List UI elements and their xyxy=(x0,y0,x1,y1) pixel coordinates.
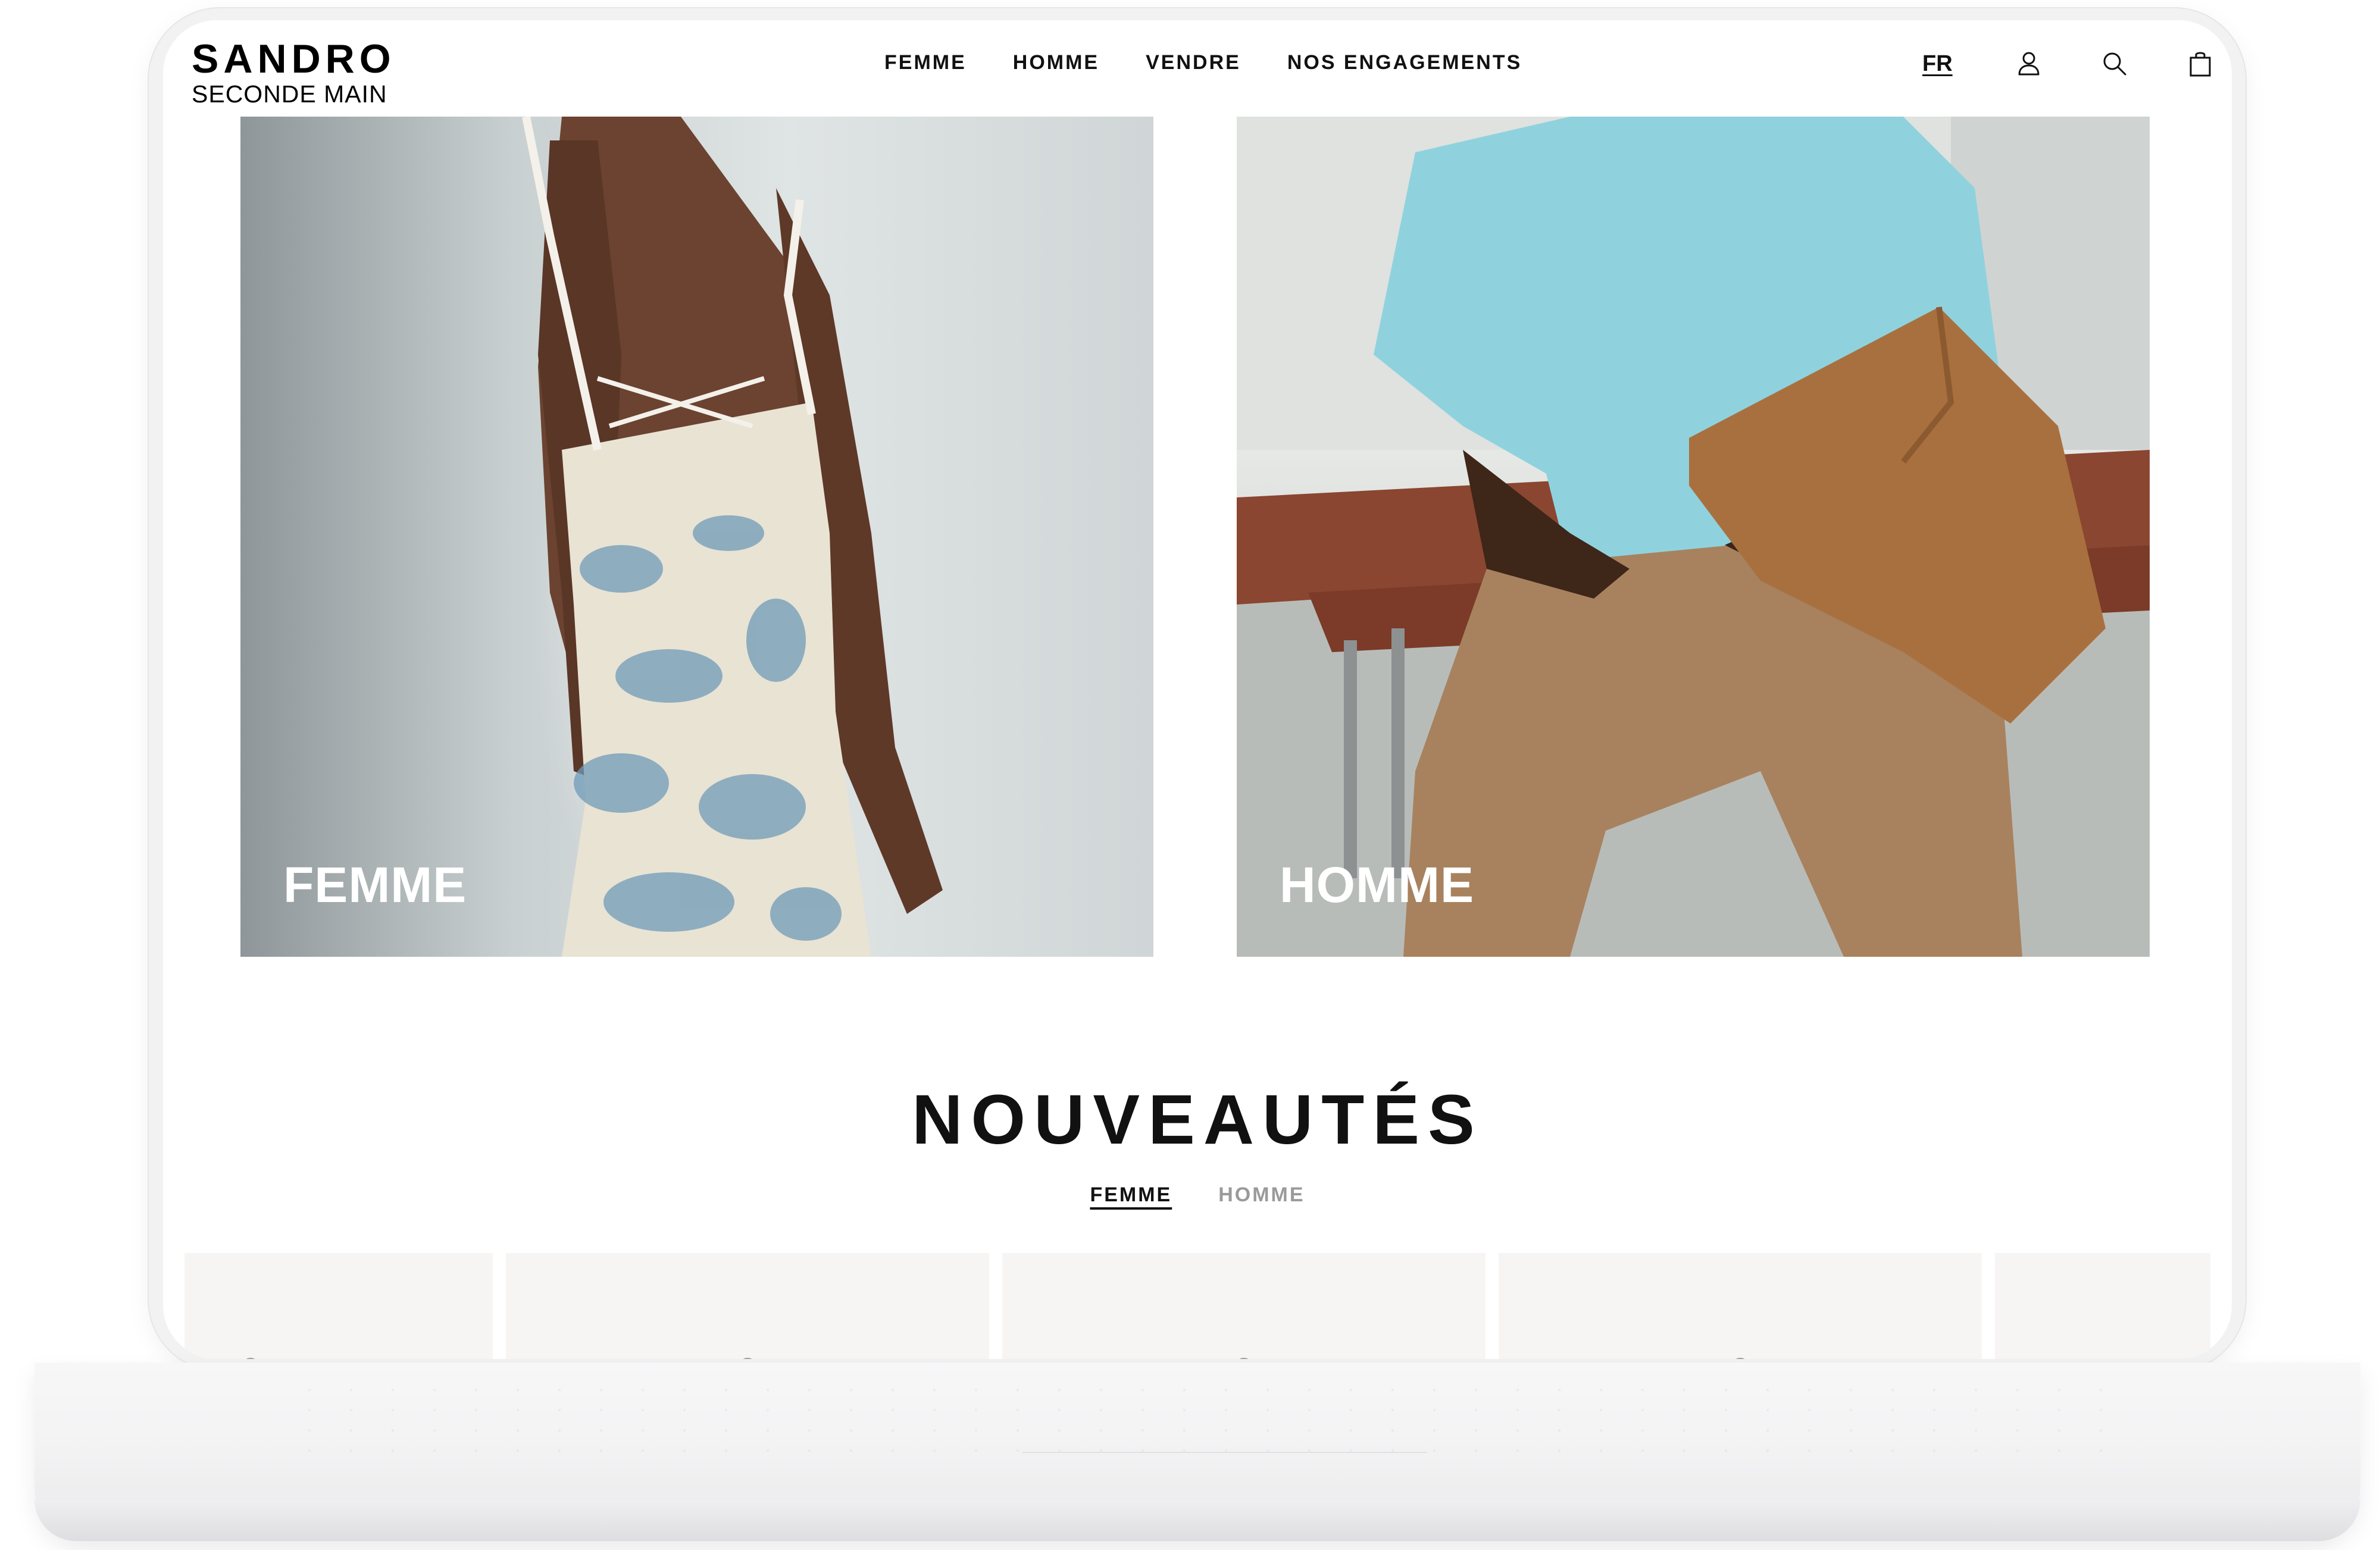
laptop-screen: SANDRO SECONDE MAIN FEMME HOMME VENDRE N… xyxy=(163,20,2232,1359)
laptop-base-edge xyxy=(35,1499,2360,1541)
product-card[interactable] xyxy=(1499,1253,1982,1359)
language-selector[interactable]: FR xyxy=(1922,51,1953,77)
wishlist-icon[interactable] xyxy=(1731,1358,1749,1359)
new-arrivals-tabs: FEMME HOMME xyxy=(163,1183,2232,1207)
product-carousel xyxy=(184,1253,2210,1359)
laptop-keyboard xyxy=(308,1386,2129,1452)
nav-item-homme[interactable]: HOMME xyxy=(1013,51,1099,74)
wishlist-icon[interactable] xyxy=(739,1358,756,1359)
product-card[interactable] xyxy=(506,1253,989,1359)
wishlist-icon[interactable] xyxy=(242,1358,259,1359)
wishlist-icon[interactable] xyxy=(1235,1358,1253,1359)
tab-homme[interactable]: HOMME xyxy=(1218,1183,1305,1207)
tab-femme[interactable]: FEMME xyxy=(1090,1183,1172,1207)
site-header: SANDRO SECONDE MAIN FEMME HOMME VENDRE N… xyxy=(163,20,2232,115)
category-tile-femme[interactable]: FEMME xyxy=(240,117,1153,957)
category-tile-homme[interactable]: HOMME xyxy=(1237,117,2150,957)
femme-model-photo xyxy=(522,117,943,957)
main-nav: FEMME HOMME VENDRE NOS ENGAGEMENTS xyxy=(884,51,1522,74)
header-actions: FR xyxy=(1922,43,2217,84)
product-card[interactable] xyxy=(1002,1253,1485,1359)
laptop-trackpad xyxy=(1022,1452,1427,1477)
shopping-bag-icon-glyph xyxy=(2190,52,2211,77)
logo-subline: SECONDE MAIN xyxy=(192,80,387,108)
homme-model-photo xyxy=(1237,117,2150,957)
logo-wordmark: SANDRO xyxy=(192,36,396,82)
search-icon[interactable] xyxy=(2098,47,2131,80)
category-label-homme: HOMME xyxy=(1280,857,1474,913)
brand-logo[interactable]: SANDRO SECONDE MAIN xyxy=(192,38,396,108)
search-icon-glyph xyxy=(2103,52,2126,76)
category-label-femme: FEMME xyxy=(283,857,467,913)
product-card[interactable] xyxy=(1995,1253,2210,1359)
nav-item-nos-engagements[interactable]: NOS ENGAGEMENTS xyxy=(1287,51,1522,74)
account-icon[interactable] xyxy=(2012,47,2046,80)
new-arrivals-title: NOUVEAUTÉS xyxy=(912,1081,1483,1159)
product-card[interactable] xyxy=(184,1253,493,1359)
laptop-base xyxy=(35,1363,2360,1541)
shopping-bag-icon[interactable] xyxy=(2184,47,2217,80)
account-icon-glyph xyxy=(2018,52,2040,76)
nav-item-femme[interactable]: FEMME xyxy=(884,51,967,74)
nav-item-vendre[interactable]: VENDRE xyxy=(1146,51,1241,74)
